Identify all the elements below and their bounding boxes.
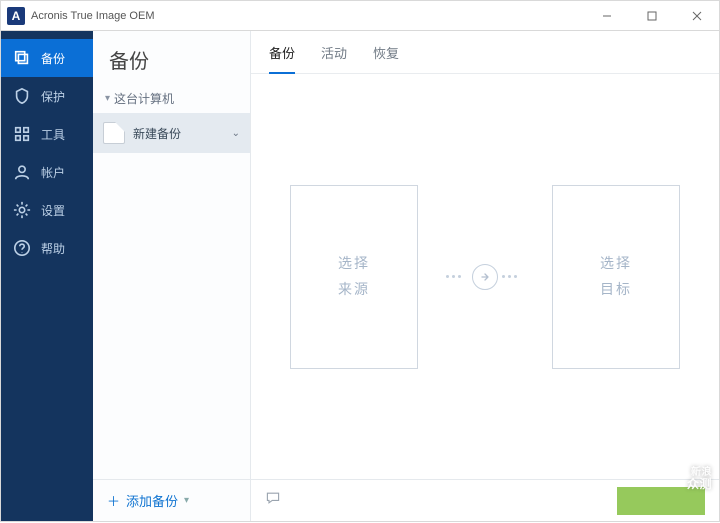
sidebar-item-backup[interactable]: 备份 (1, 39, 93, 77)
sidebar-label: 备份 (41, 50, 65, 67)
chevron-down-icon: ⌄ (232, 128, 240, 139)
select-source-box[interactable]: 选择 来源 (290, 185, 418, 369)
help-icon (13, 239, 31, 257)
sidebar-item-protection[interactable]: 保护 (1, 77, 93, 115)
dest-l2: 目标 (600, 277, 632, 302)
sidebar-label: 帮助 (41, 240, 65, 257)
maximize-button[interactable] (629, 1, 674, 30)
footer-bar (251, 479, 719, 521)
sidebar-item-account[interactable]: 帐户 (1, 153, 93, 191)
sidebar-label: 工具 (41, 126, 65, 143)
main-panel: 备份 活动 恢复 选择 来源 选择 目标 (251, 31, 719, 521)
backup-list-panel: 备份 这台计算机 新建备份 ⌄ ＋ 添加备份 ▾ (93, 31, 251, 521)
arrow-divider (446, 264, 524, 290)
sidebar-label: 设置 (41, 202, 65, 219)
close-button[interactable] (674, 1, 719, 30)
minimize-button[interactable] (584, 1, 629, 30)
user-icon (13, 163, 31, 181)
add-backup-button[interactable]: ＋ 添加备份 ▾ (93, 479, 250, 521)
sidebar-item-tools[interactable]: 工具 (1, 115, 93, 153)
backup-list-item[interactable]: 新建备份 ⌄ (93, 113, 250, 153)
sidebar-item-settings[interactable]: 设置 (1, 191, 93, 229)
file-icon (103, 122, 125, 144)
tab-activity[interactable]: 活动 (321, 43, 347, 73)
panel-subhead[interactable]: 这台计算机 (93, 84, 250, 113)
gear-icon (13, 201, 31, 219)
plus-icon: ＋ (107, 491, 120, 510)
arrow-right-icon (472, 264, 498, 290)
grid-icon (13, 125, 31, 143)
dest-l1: 选择 (600, 251, 632, 276)
sidebar-label: 帐户 (41, 164, 65, 181)
comment-icon[interactable] (265, 490, 281, 511)
select-destination-box[interactable]: 选择 目标 (552, 185, 680, 369)
sidebar-label: 保护 (41, 88, 65, 105)
backup-item-label: 新建备份 (133, 125, 181, 142)
add-backup-label: 添加备份 (126, 491, 178, 510)
source-l1: 选择 (338, 251, 370, 276)
chevron-down-icon: ▾ (184, 495, 189, 506)
app-title: Acronis True Image OEM (31, 10, 155, 22)
backup-icon (13, 49, 31, 67)
shield-icon (13, 87, 31, 105)
tab-recovery[interactable]: 恢复 (373, 43, 399, 73)
app-icon: A (7, 7, 25, 25)
start-button[interactable] (617, 487, 705, 515)
tab-backup[interactable]: 备份 (269, 43, 295, 74)
panel-header: 备份 (93, 31, 250, 84)
tabs: 备份 活动 恢复 (251, 31, 719, 74)
titlebar: A Acronis True Image OEM (0, 0, 720, 30)
sidebar-item-help[interactable]: 帮助 (1, 229, 93, 267)
sidebar: 备份 保护 工具 帐户 设置 帮助 (1, 31, 93, 521)
source-l2: 来源 (338, 277, 370, 302)
